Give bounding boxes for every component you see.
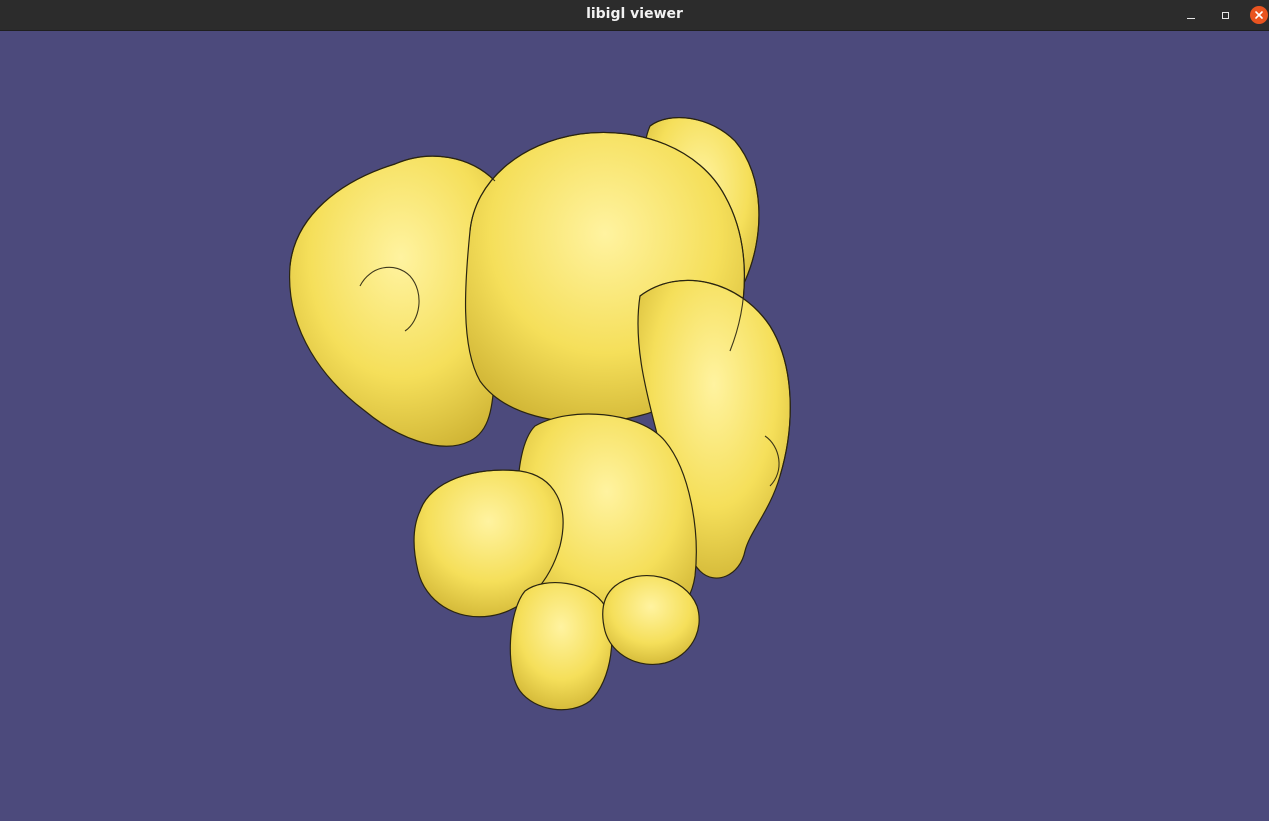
maximize-button[interactable]: [1213, 4, 1237, 26]
minimize-button[interactable]: [1179, 4, 1203, 26]
maximize-icon: [1221, 11, 1229, 19]
close-button[interactable]: [1247, 4, 1269, 26]
window-title: libigl viewer: [586, 6, 683, 22]
mesh-render: [288, 116, 791, 711]
elephant-mesh: [288, 116, 791, 711]
3d-viewport[interactable]: [0, 31, 1269, 821]
window-titlebar[interactable]: libigl viewer: [0, 0, 1269, 31]
minimize-icon: [1187, 17, 1195, 19]
close-icon: [1250, 6, 1268, 24]
